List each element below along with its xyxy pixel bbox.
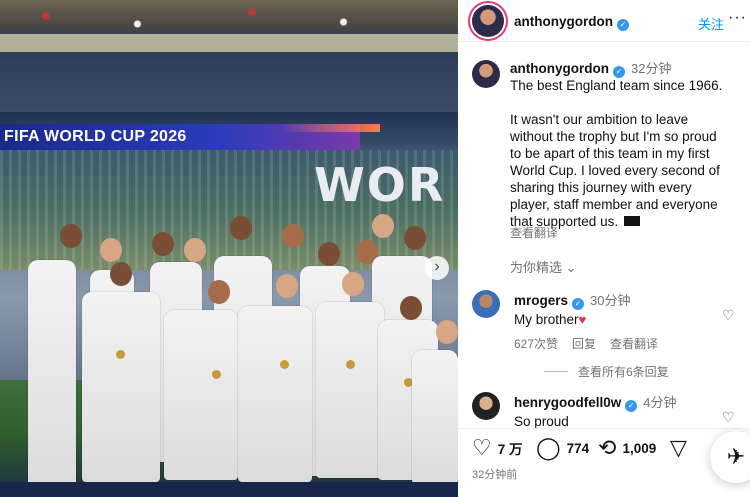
verified-badge-icon: ✓	[616, 19, 629, 31]
comment-like-heart-icon[interactable]: ♡	[722, 308, 736, 322]
player-figure	[82, 292, 160, 482]
medal	[212, 370, 221, 379]
comment-likes[interactable]: 627次赞	[514, 337, 558, 351]
player-figure	[164, 310, 238, 480]
heart-icon[interactable]: ♡	[472, 437, 492, 459]
comment-text-line: My brother♥	[514, 312, 734, 327]
comment-body: henrygoodfell0w ✓ 4分钟 So proud	[514, 392, 734, 429]
comment-count: 774	[566, 440, 590, 456]
player-head	[436, 320, 458, 344]
player-head	[208, 280, 230, 304]
player-head	[318, 242, 340, 266]
caption-header: anthonygordon ✓ 32分钟	[510, 58, 671, 78]
comment-time: 30分钟	[590, 293, 631, 308]
verified-badge-icon: ✓	[625, 400, 638, 412]
player-figure	[412, 350, 458, 484]
caption-line: to be apart of this team in my first	[510, 146, 710, 161]
emoji-flag-icon	[624, 216, 641, 226]
commenter-username[interactable]: henrygoodfell0w	[514, 395, 621, 410]
see-translation-link[interactable]: 查看翻译	[510, 224, 558, 241]
player-figure	[28, 260, 76, 490]
player-figure	[316, 302, 384, 478]
like-count: 7 万	[497, 442, 523, 457]
caption-line: The best England team since 1966.	[510, 78, 723, 93]
ribbon-accent	[280, 124, 380, 132]
comment-meta: 627次赞 回复 查看翻译	[514, 335, 734, 352]
player-head	[400, 296, 422, 320]
repost-icon[interactable]: ⟲	[598, 437, 616, 459]
chevron-right-icon: ›	[434, 258, 440, 275]
post-time-ago: 32分钟前	[472, 469, 518, 481]
comment-like-heart-icon[interactable]: ♡	[722, 410, 736, 424]
medal	[346, 360, 355, 369]
post-header: anthonygordon ✓ 关注 ···	[458, 0, 750, 42]
comment-bubble-icon[interactable]: ◯	[536, 437, 561, 459]
player-head	[152, 232, 174, 256]
ad-boards	[0, 482, 458, 497]
send-action[interactable]: ▽	[670, 437, 687, 459]
caption-time: 32分钟	[630, 61, 672, 76]
send-floating-button[interactable]: ✈	[710, 431, 750, 483]
author-username[interactable]: anthonygordon	[514, 14, 613, 29]
medal	[116, 350, 125, 359]
reply-button[interactable]: 回复	[572, 337, 596, 351]
view-replies-link[interactable]: 查看所有6条回复	[544, 363, 669, 380]
player-head	[282, 224, 304, 248]
author-avatar[interactable]	[472, 5, 504, 37]
verified-badge-icon: ✓	[572, 298, 585, 310]
world-signage: WOR	[314, 158, 446, 212]
caption-line: It wasn't our ambition to leave	[510, 112, 689, 127]
player-head	[60, 224, 82, 248]
commenter-avatar[interactable]	[472, 290, 500, 318]
player-figure	[238, 306, 312, 482]
medal	[280, 360, 289, 369]
comment-action[interactable]: ◯ 774	[536, 437, 589, 459]
related-filter[interactable]: 为你精选 ⌄	[510, 257, 577, 276]
player-head	[110, 262, 132, 286]
like-action[interactable]: ♡ 7 万	[472, 437, 523, 459]
paper-plane-icon: ✈	[726, 444, 746, 469]
commenter-username[interactable]: mrogers	[514, 293, 568, 308]
caption-avatar[interactable]	[472, 60, 500, 88]
share-action[interactable]: ⟲ 1,009	[598, 437, 656, 459]
player-head	[100, 238, 122, 262]
paper-plane-icon[interactable]: ▽	[670, 437, 687, 459]
stadium-boxes	[0, 52, 458, 112]
comment-body: mrogers ✓ 30分钟 My brother♥ 627次赞 回复 查看翻译	[514, 290, 734, 352]
caption-line: World Cup. I loved every second of	[510, 163, 720, 178]
share-count: 1,009	[622, 440, 657, 456]
player-head	[184, 238, 206, 262]
comment-text: My brother	[514, 312, 579, 327]
player-head	[404, 226, 426, 250]
more-options-icon[interactable]: ···	[728, 9, 747, 27]
player-head	[372, 214, 394, 238]
red-heart-icon: ♥	[578, 312, 587, 327]
caption-line: sharing this journey with every	[510, 180, 692, 195]
stadium-upper-ring	[0, 34, 458, 52]
caption-line: without the trophy but I'm so proud	[510, 129, 717, 144]
player-head	[342, 272, 364, 296]
commenter-avatar[interactable]	[472, 392, 500, 420]
comment-text: So proud	[514, 414, 569, 429]
team-group	[0, 210, 458, 497]
post-photo[interactable]: FIFA WORLD CUP 2026 WOR ›	[0, 0, 458, 497]
player-head	[230, 216, 252, 240]
post-side-panel: anthonygordon ✓ 关注 ··· anthonygordon ✓ 32分钟…	[458, 0, 750, 497]
comment-time: 4分钟	[643, 395, 677, 410]
next-photo-button[interactable]: ›	[425, 256, 449, 280]
comment-translate-link[interactable]: 查看翻译	[610, 337, 658, 351]
author-line: anthonygordon ✓	[514, 13, 629, 31]
player-head	[276, 274, 298, 298]
caption-line: player, staff member and everyone	[510, 197, 718, 212]
action-bar: ♡ 7 万 ◯ 774 ⟲ 1,009 ▽ 32分钟前 ✈	[458, 428, 750, 497]
caption-username[interactable]: anthonygordon	[510, 61, 609, 76]
follow-button[interactable]: 关注	[698, 14, 724, 33]
